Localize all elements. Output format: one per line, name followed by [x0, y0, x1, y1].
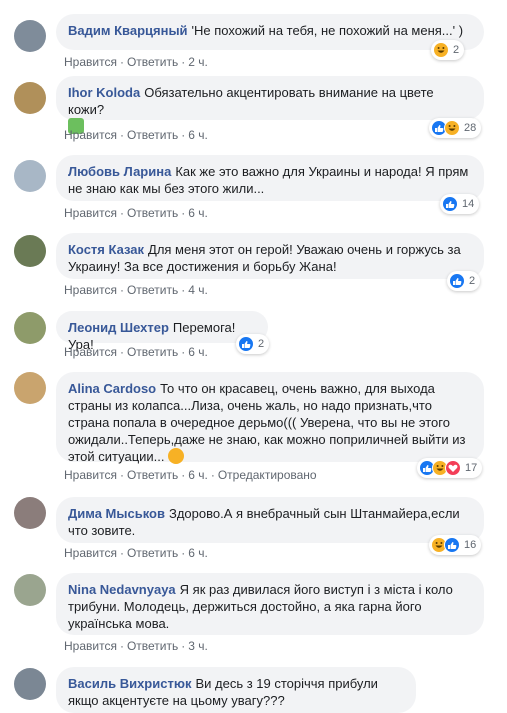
edited-label[interactable]: Отредактировано [218, 468, 317, 482]
comment-actions: Нравится · Ответить · 6 ч. · Отредактировано [64, 468, 317, 482]
avatar[interactable] [14, 574, 46, 606]
comment-bubble: Nina Nedavnyaya Я як раз дивилася його ви… [56, 573, 484, 635]
comment-time[interactable]: 6 ч. [188, 546, 208, 560]
comments-list: Вадим Кварцяный 'Не похожий на тебя, не п… [0, 0, 507, 713]
comment-bubble: Костя Казак Для меня этот он герой! Уважа… [56, 233, 484, 279]
like-link[interactable]: Нравится [64, 128, 117, 142]
like-reaction-icon [442, 196, 458, 212]
comment-actions: Нравится · Ответить · 6 ч. [64, 206, 208, 220]
reply-link[interactable]: Ответить [127, 468, 178, 482]
reply-link[interactable]: Ответить [127, 345, 178, 359]
comment-author[interactable]: Костя Казак [68, 242, 144, 257]
reaction-count: 2 [453, 44, 460, 56]
comment-time[interactable]: 6 ч. [188, 206, 208, 220]
like-reaction-icon [444, 537, 460, 553]
avatar[interactable] [14, 312, 46, 344]
comment-actions: Нравится · Ответить · 6 ч. [64, 128, 208, 142]
reactions-badge[interactable]: 2 [236, 334, 270, 354]
avatar[interactable] [14, 20, 46, 52]
reaction-count: 17 [465, 462, 478, 474]
like-link[interactable]: Нравится [64, 546, 117, 560]
avatar[interactable] [14, 372, 46, 404]
like-link[interactable]: Нравится [64, 283, 117, 297]
comment-actions: Нравится · Ответить · 3 ч. [64, 639, 208, 653]
comment-author[interactable]: Любовь Ларина [68, 164, 171, 179]
comment-bubble: Ihor Koloda Обязательно акцентировать вни… [56, 76, 484, 134]
comment-author[interactable]: Дима Мыськов [68, 506, 165, 521]
comment-author[interactable]: Леонид Шехтер [68, 320, 169, 335]
like-reaction-icon [238, 336, 254, 352]
like-link[interactable]: Нравится [64, 55, 117, 69]
reply-link[interactable]: Ответить [127, 639, 178, 653]
reactions-badge[interactable]: 17 [417, 458, 483, 478]
like-link[interactable]: Нравится [64, 639, 117, 653]
avatar[interactable] [14, 668, 46, 700]
reply-link[interactable]: Ответить [127, 128, 178, 142]
reactions-badge[interactable]: 16 [429, 535, 482, 555]
reaction-count: 2 [258, 338, 265, 350]
reply-link[interactable]: Ответить [127, 546, 178, 560]
avatar[interactable] [14, 160, 46, 192]
comment-time[interactable]: 6 ч. [188, 128, 208, 142]
comment-author[interactable]: Alina Cardoso [68, 381, 156, 396]
avatar[interactable] [14, 82, 46, 114]
like-link[interactable]: Нравится [64, 468, 117, 482]
comment-bubble: Вадим Кварцяный 'Не похожий на тебя, не п… [56, 14, 484, 50]
haha-reaction-icon [444, 120, 460, 136]
reply-link[interactable]: Ответить [127, 206, 178, 220]
avatar[interactable] [14, 497, 46, 529]
reply-link[interactable]: Ответить [127, 283, 178, 297]
reaction-count: 28 [464, 122, 477, 134]
avatar[interactable] [14, 235, 46, 267]
reactions-badge[interactable]: 2 [431, 40, 465, 60]
like-link[interactable]: Нравится [64, 345, 117, 359]
comment-bubble: Alina Cardoso То что он красавец, очень в… [56, 372, 484, 464]
comment-time[interactable]: 3 ч. [188, 639, 208, 653]
comment-text: 'Не похожий на тебя, не похожий на меня.… [191, 23, 464, 38]
like-reaction-icon [449, 273, 465, 289]
comment-bubble: Василь Вихристюк Ви десь з 19 сторіччя пр… [56, 667, 416, 713]
love-reaction-icon [445, 460, 461, 476]
comment-author[interactable]: Вадим Кварцяный [68, 23, 188, 38]
reaction-count: 2 [469, 275, 476, 287]
reactions-badge[interactable]: 2 [447, 271, 481, 291]
comment-time[interactable]: 2 ч. [188, 55, 208, 69]
comment-bubble: Леонид Шехтер Перемога! Ура! [56, 311, 268, 352]
comment-actions: Нравится · Ответить · 2 ч. [64, 55, 208, 69]
reactions-badge[interactable]: 14 [440, 194, 480, 214]
reaction-count: 16 [464, 539, 477, 551]
like-link[interactable]: Нравится [64, 206, 117, 220]
reaction-count: 14 [462, 198, 475, 210]
comment-bubble: Дима Мыськов Здорово.А я внебрачный сын Ш… [56, 497, 484, 543]
comment-author[interactable]: Василь Вихристюк [68, 676, 191, 691]
comment-time[interactable]: 6 ч. [188, 345, 208, 359]
comment-author[interactable]: Nina Nedavnyaya [68, 582, 176, 597]
comment-author[interactable]: Ihor Koloda [68, 85, 140, 100]
comment-actions: Нравится · Ответить · 6 ч. [64, 546, 208, 560]
haha-reaction-icon [433, 42, 449, 58]
comment-bubble: Любовь Ларина Как же это важно для Украин… [56, 155, 484, 201]
thinking-face-icon [168, 448, 185, 464]
comment-time[interactable]: 6 ч. [188, 468, 208, 482]
comment-actions: Нравится · Ответить · 4 ч. [64, 283, 208, 297]
comment-time[interactable]: 4 ч. [188, 283, 208, 297]
reactions-badge[interactable]: 28 [429, 118, 482, 138]
reply-link[interactable]: Ответить [127, 55, 178, 69]
comment-actions: Нравится · Ответить · 6 ч. [64, 345, 208, 359]
